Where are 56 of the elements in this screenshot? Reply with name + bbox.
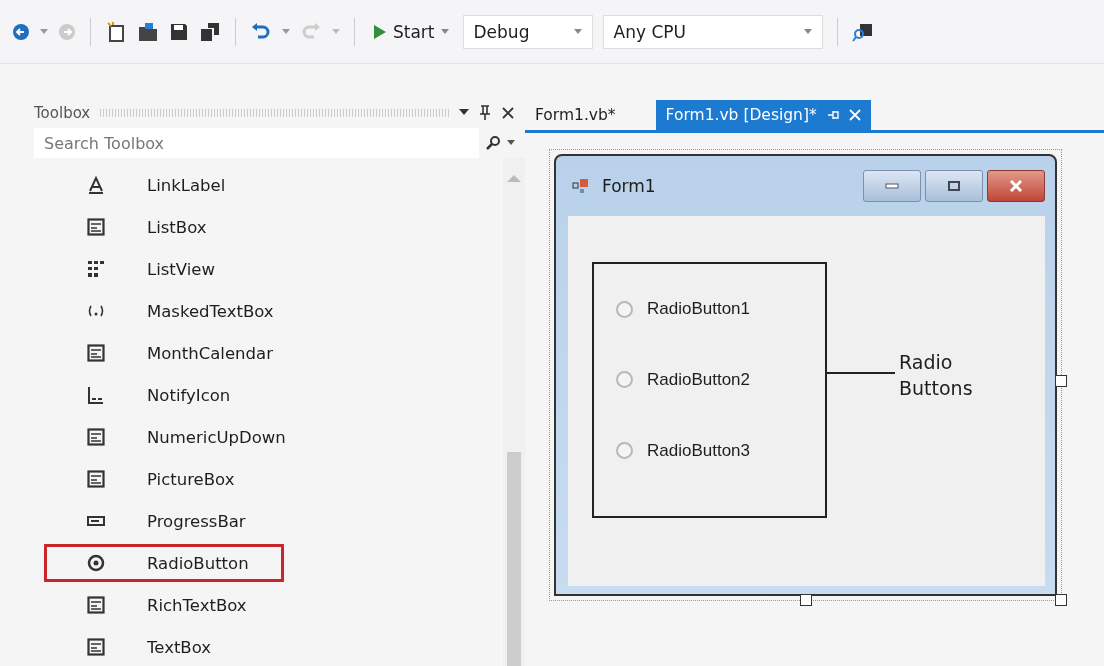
toolbox-item[interactable]: NotifyIcon [44,376,284,414]
close-icon [1009,180,1023,192]
control-icon [87,554,105,572]
close-icon[interactable] [501,106,515,120]
control-icon [87,638,105,656]
configuration-dropdown[interactable]: Debug [462,14,593,49]
document-tab[interactable]: Form1.vb* [525,100,626,130]
search-field[interactable]: Search Toolbox [34,128,479,158]
caret-icon [803,28,812,35]
minimize-icon [885,183,899,189]
control-icon [87,470,105,488]
toolbox-item[interactable]: LinkLabel [44,166,284,204]
close-button[interactable] [987,170,1045,202]
annotation-label: Radio Buttons [899,350,974,401]
leader-line [827,372,895,374]
panel-title: Toolbox [34,104,91,122]
control-icon [87,596,105,614]
dropdown-caret-icon [507,140,515,146]
save-all-icon[interactable] [199,20,221,43]
toolbox-item[interactable]: NumericUpDown [44,418,284,456]
play-icon [373,23,387,40]
control-icon [87,344,105,362]
toolbox-item[interactable]: RichTextBox [44,586,284,624]
scrollbar[interactable] [503,158,525,666]
form-title: Form1 [602,176,656,196]
pin-icon[interactable] [479,105,491,121]
form-window[interactable]: Form1 RadioButton1 RadioButton2 RadioButton3 Radio Buttons [554,154,1057,596]
control-icon [87,428,105,446]
radio-button[interactable]: RadioButton2 [616,370,825,390]
dropdown-caret-icon[interactable] [459,109,469,117]
caret-icon [573,28,582,35]
toolbox-item[interactable]: ListBox [44,208,284,246]
toolbox-item[interactable]: RadioButton [44,544,284,582]
toolbox-item[interactable]: PictureBox [44,460,284,498]
control-icon [87,218,105,236]
resize-handle[interactable] [800,594,812,606]
toolbox-item[interactable]: TextBox [44,628,284,666]
control-icon [87,386,105,404]
toolbox-item[interactable]: ListView [44,250,284,288]
radio-button[interactable]: RadioButton1 [616,299,825,320]
maximize-button[interactable] [925,170,983,202]
radio-button[interactable]: RadioButton3 [616,440,825,461]
control-icon [87,260,105,278]
toolbox-item[interactable]: MaskedTextBox [44,292,284,330]
open-folder-icon[interactable] [137,20,159,43]
control-icon [87,176,105,194]
caret-icon [440,28,449,35]
resize-handle[interactable] [1055,375,1067,387]
toolbox-item[interactable]: ProgressBar [44,502,284,540]
search-icon [485,135,501,151]
toolbox-item[interactable]: MonthCalendar [44,334,284,372]
resize-handle[interactable] [1055,594,1067,606]
save-icon[interactable] [169,21,189,42]
start-button[interactable]: Start [369,21,453,42]
platform-dropdown[interactable]: Any CPU [602,14,823,49]
maximize-icon [947,180,961,192]
